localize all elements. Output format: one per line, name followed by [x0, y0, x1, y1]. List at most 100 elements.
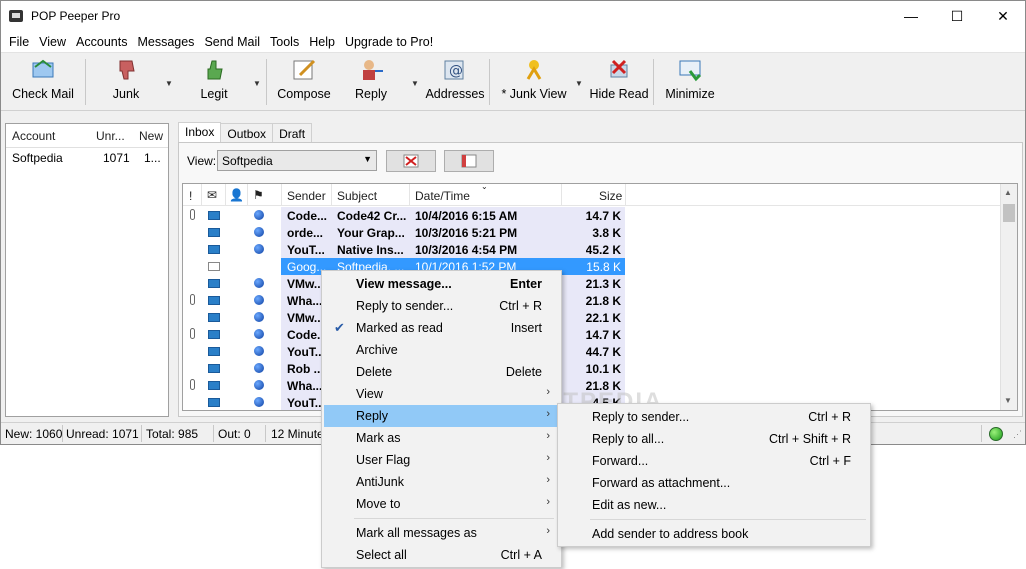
- date-column-header[interactable]: Date/Time: [415, 189, 470, 203]
- menu-reply-to-sender[interactable]: Reply to sender... Ctrl + R: [324, 295, 560, 317]
- flag-column-icon[interactable]: ⚑: [253, 188, 264, 202]
- tab-draft[interactable]: Draft: [272, 123, 313, 143]
- unread-column-header[interactable]: Unr...: [96, 129, 125, 143]
- tab-outbox[interactable]: Outbox: [220, 123, 274, 143]
- attachment-icon: [190, 379, 195, 390]
- submenu-edit-as-new[interactable]: Edit as new...: [560, 494, 869, 516]
- reply-icon: [357, 57, 385, 83]
- minimize-button[interactable]: Minimize: [661, 57, 719, 107]
- submenu-forward[interactable]: Forward... Ctrl + F: [560, 450, 869, 472]
- check-mail-button[interactable]: Check Mail: [11, 57, 75, 107]
- submenu-add-sender-to-address-book[interactable]: Add sender to address book: [560, 523, 869, 545]
- reply-button[interactable]: Reply: [349, 57, 393, 107]
- sender-column-header[interactable]: Sender: [287, 189, 326, 203]
- svg-text:@: @: [449, 63, 463, 79]
- unread-envelope-icon: [208, 313, 220, 322]
- edit-filter-button[interactable]: [444, 150, 494, 172]
- mail-tabs: Inbox Outbox Draft: [178, 122, 313, 143]
- message-list-scrollbar[interactable]: ▲ ▼: [1000, 184, 1017, 410]
- menu-mark-as[interactable]: Mark as ›: [324, 427, 560, 449]
- app-icon: [9, 10, 23, 22]
- status-unread: Unread: 1071: [66, 427, 139, 441]
- reply-dropdown-icon[interactable]: ▼: [411, 79, 419, 88]
- junk-dropdown-icon[interactable]: ▼: [165, 79, 173, 88]
- message-row[interactable]: orde... Your Grap... 10/3/2016 5:21 PM 3…: [183, 224, 625, 241]
- status-ball-icon: [254, 329, 264, 339]
- priority-column-header[interactable]: !: [189, 189, 192, 203]
- junk-view-dropdown-icon[interactable]: ▼: [575, 79, 583, 88]
- menu-tools[interactable]: Tools: [265, 35, 304, 49]
- submenu-arrow-icon: ›: [546, 408, 550, 420]
- addresses-button[interactable]: @ Addresses: [425, 57, 485, 107]
- delete-filter-button[interactable]: [386, 150, 436, 172]
- title-bar: POP Peeper Pro — ☐ ✕: [1, 1, 1025, 31]
- menu-accounts[interactable]: Accounts: [71, 35, 132, 49]
- menu-file[interactable]: File: [4, 35, 34, 49]
- menu-help[interactable]: Help: [304, 35, 340, 49]
- junk-view-button[interactable]: * Junk View: [501, 57, 567, 107]
- menu-select-all[interactable]: Select all Ctrl + A: [324, 544, 560, 566]
- menu-reply[interactable]: Reply ›: [324, 405, 560, 427]
- hide-read-button[interactable]: Hide Read: [589, 57, 649, 107]
- tab-inbox[interactable]: Inbox: [178, 122, 222, 143]
- check-mail-icon: [29, 57, 57, 83]
- unread-envelope-icon: [208, 330, 220, 339]
- junk-button[interactable]: Junk: [101, 57, 151, 107]
- scroll-up-icon[interactable]: ▲: [1004, 188, 1012, 197]
- unread-envelope-icon: [208, 398, 220, 407]
- menu-user-flag[interactable]: User Flag ›: [324, 449, 560, 471]
- status-ball-icon: [254, 397, 264, 407]
- unread-envelope-icon: [208, 364, 220, 373]
- address-book-icon: @: [441, 57, 469, 83]
- subject-column-header[interactable]: Subject: [337, 189, 377, 203]
- status-ball-icon: [254, 227, 264, 237]
- status-ball-icon: [254, 312, 264, 322]
- menu-mark-all-messages[interactable]: Mark all messages as ›: [324, 522, 560, 544]
- scroll-down-icon[interactable]: ▼: [1004, 396, 1012, 405]
- contact-column-icon[interactable]: 👤: [229, 188, 244, 202]
- unread-envelope-icon: [208, 245, 220, 254]
- read-status-column-icon[interactable]: ✉: [207, 188, 217, 202]
- message-row[interactable]: Code... Code42 Cr... 10/4/2016 6:15 AM 1…: [183, 207, 625, 224]
- menu-upgrade[interactable]: Upgrade to Pro!: [340, 35, 438, 49]
- submenu-reply-to-all[interactable]: Reply to all... Ctrl + Shift + R: [560, 428, 869, 450]
- attachment-icon: [190, 294, 195, 305]
- close-window-button[interactable]: ✕: [980, 1, 1026, 31]
- new-column-header[interactable]: New: [139, 129, 163, 143]
- maximize-window-button[interactable]: ☐: [934, 1, 980, 31]
- submenu-reply-to-sender[interactable]: Reply to sender... Ctrl + R: [560, 406, 869, 428]
- view-select[interactable]: Softpedia ▼: [217, 150, 377, 171]
- status-ball-icon: [254, 363, 264, 373]
- message-row[interactable]: YouT... Native Ins... 10/3/2016 4:54 PM …: [183, 241, 625, 258]
- legit-dropdown-icon[interactable]: ▼: [253, 79, 261, 88]
- menu-messages[interactable]: Messages: [132, 35, 199, 49]
- menu-marked-as-read[interactable]: ✔ Marked as read Insert: [324, 317, 560, 339]
- menu-view[interactable]: View ›: [324, 383, 560, 405]
- menu-archive[interactable]: Archive: [324, 339, 560, 361]
- reply-submenu: Reply to sender... Ctrl + R Reply to all…: [557, 403, 871, 547]
- account-column-header[interactable]: Account: [12, 129, 55, 143]
- menu-antijunk[interactable]: AntiJunk ›: [324, 471, 560, 493]
- account-unread: 1071: [103, 151, 130, 165]
- menu-delete[interactable]: Delete Delete: [324, 361, 560, 383]
- menu-view-message[interactable]: View message... Enter: [324, 273, 560, 295]
- legit-button[interactable]: Legit: [189, 57, 239, 107]
- resize-grip-icon[interactable]: ⋰: [1013, 429, 1022, 440]
- submenu-arrow-icon: ›: [546, 430, 550, 442]
- accounts-header: Account Unr... New: [6, 124, 168, 148]
- minimize-window-button[interactable]: —: [888, 1, 934, 31]
- compose-button[interactable]: Compose: [275, 57, 333, 107]
- menu-send-mail[interactable]: Send Mail: [199, 35, 265, 49]
- sort-arrow-icon: ⌄: [481, 183, 488, 191]
- size-column-header[interactable]: Size: [599, 189, 622, 203]
- read-envelope-icon: [208, 262, 220, 271]
- account-name: Softpedia: [12, 151, 63, 165]
- account-row[interactable]: Softpedia 1071 1...: [6, 148, 168, 166]
- menu-move-to[interactable]: Move to ›: [324, 493, 560, 515]
- submenu-forward-as-attachment[interactable]: Forward as attachment...: [560, 472, 869, 494]
- menu-view[interactable]: View: [34, 35, 71, 49]
- scroll-thumb[interactable]: [1003, 204, 1015, 222]
- menu-bar: File View Accounts Messages Send Mail To…: [1, 31, 1025, 52]
- message-list-header: ! ✉ 👤 ⚑ Sender Subject Date/Time ⌄ Size: [183, 184, 1017, 206]
- view-select-value: Softpedia: [222, 154, 273, 168]
